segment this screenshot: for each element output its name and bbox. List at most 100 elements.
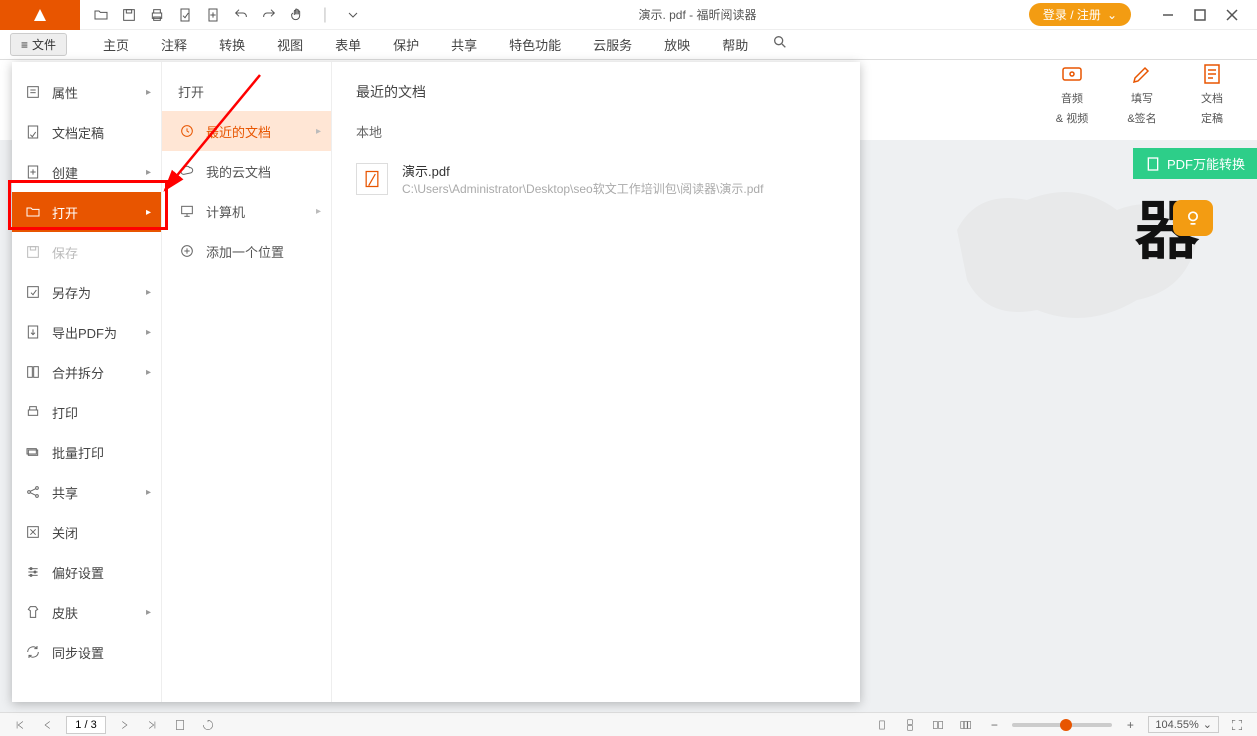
merge-icon: [24, 363, 42, 381]
print-icon[interactable]: [144, 2, 170, 28]
hand-icon[interactable]: [284, 2, 310, 28]
sb-fullscreen-icon[interactable]: [1227, 715, 1247, 735]
page-input[interactable]: [66, 716, 106, 734]
chevron-down-icon: ⌄: [1203, 718, 1212, 731]
save-as-icon: [24, 283, 42, 301]
ribbon-tabs: ≡文件 主页 注释 转换 视图 表单 保护 共享 特色功能 云服务 放映 帮助: [0, 30, 1257, 60]
fm-merge-split[interactable]: 合并拆分: [12, 352, 161, 392]
more-icon[interactable]: [340, 2, 366, 28]
fm-batch-print[interactable]: 批量打印: [12, 432, 161, 472]
tips-bulb-button[interactable]: [1173, 200, 1213, 236]
tab-form[interactable]: 表单: [319, 30, 377, 60]
pdf-file-icon: [356, 163, 388, 195]
computer-icon: [178, 202, 196, 220]
close-menu-icon: [24, 523, 42, 541]
fm2-cloud[interactable]: 我的云文档: [162, 151, 331, 191]
tab-cloud[interactable]: 云服务: [577, 30, 648, 60]
open-folder-icon: [24, 203, 42, 221]
add-place-icon: [178, 242, 196, 260]
fm-sync[interactable]: 同步设置: [12, 632, 161, 672]
tab-help[interactable]: 帮助: [706, 30, 764, 60]
chevron-down-icon: ⌄: [1107, 8, 1117, 22]
doc2-icon[interactable]: [200, 2, 226, 28]
sb-rotate-icon[interactable]: [198, 715, 218, 735]
minimize-icon[interactable]: [1161, 8, 1175, 22]
sb-bookmark-icon[interactable]: [170, 715, 190, 735]
tab-features[interactable]: 特色功能: [493, 30, 577, 60]
open-icon[interactable]: [88, 2, 114, 28]
fm-share[interactable]: 共享: [12, 472, 161, 512]
tab-annotate[interactable]: 注释: [145, 30, 203, 60]
group-audio-video[interactable]: 音频& 视频: [1047, 62, 1097, 126]
undo-icon[interactable]: [228, 2, 254, 28]
fm-open[interactable]: 打开: [12, 192, 161, 232]
ribbon-groups: 音频& 视频 填写&签名 文档定稿: [1047, 62, 1237, 126]
col2-header: 打开: [162, 72, 331, 111]
sb-facing-icon[interactable]: [928, 715, 948, 735]
pdf-convert-button[interactable]: PDF万能转换: [1133, 148, 1257, 179]
close-icon[interactable]: [1225, 8, 1239, 22]
group-fill-sign[interactable]: 填写&签名: [1117, 62, 1167, 126]
tab-share[interactable]: 共享: [435, 30, 493, 60]
share-icon: [24, 483, 42, 501]
fm-preferences[interactable]: 偏好设置: [12, 552, 161, 592]
fm-save: 保存: [12, 232, 161, 272]
tab-view[interactable]: 视图: [261, 30, 319, 60]
group-finalize[interactable]: 文档定稿: [1187, 62, 1237, 126]
fm-close[interactable]: 关闭: [12, 512, 161, 552]
recent-file-path: C:\Users\Administrator\Desktop\seo软文工作培训…: [402, 180, 763, 197]
cloud-icon: [178, 162, 196, 180]
batch-print-icon: [24, 443, 42, 461]
recent-file-name: 演示.pdf: [402, 161, 763, 180]
sb-next-page[interactable]: [114, 715, 134, 735]
sb-zoom-out[interactable]: −: [984, 715, 1004, 735]
sep-icon: |: [312, 2, 338, 28]
title-bar: | 演示. pdf - 福昕阅读器 登录 / 注册⌄: [0, 0, 1257, 30]
window-title: 演示. pdf - 福昕阅读器: [366, 6, 1029, 23]
doc1-icon[interactable]: [172, 2, 198, 28]
save-icon[interactable]: [116, 2, 142, 28]
maximize-icon[interactable]: [1193, 8, 1207, 22]
zoom-slider[interactable]: [1012, 723, 1112, 727]
sb-facing2-icon[interactable]: [956, 715, 976, 735]
zoom-thumb[interactable]: [1060, 719, 1072, 731]
recent-file-item[interactable]: 演示.pdf C:\Users\Administrator\Desktop\se…: [356, 155, 836, 203]
recent-title: 最近的文档: [356, 82, 836, 102]
save-disk-icon: [24, 243, 42, 261]
fm2-computer[interactable]: 计算机: [162, 191, 331, 231]
fm-properties[interactable]: 属性: [12, 72, 161, 112]
redo-icon[interactable]: [256, 2, 282, 28]
print-menu-icon: [24, 403, 42, 421]
file-menu-col1: 属性 文档定稿 创建 打开 保存 另存为 导出PDF为 合并拆分 打印 批量打印…: [12, 62, 162, 702]
fm-finalize[interactable]: 文档定稿: [12, 112, 161, 152]
zoom-display[interactable]: 104.55%⌄: [1148, 716, 1219, 733]
search-icon[interactable]: [772, 34, 788, 55]
fm2-recent[interactable]: 最近的文档: [162, 111, 331, 151]
fm-save-as[interactable]: 另存为: [12, 272, 161, 312]
preferences-icon: [24, 563, 42, 581]
login-button[interactable]: 登录 / 注册⌄: [1029, 3, 1131, 26]
pdf-icon: [1145, 156, 1161, 172]
quick-access-toolbar: |: [80, 2, 366, 28]
sb-single-icon[interactable]: [872, 715, 892, 735]
fm-export[interactable]: 导出PDF为: [12, 312, 161, 352]
tab-convert[interactable]: 转换: [203, 30, 261, 60]
fm2-add-place[interactable]: 添加一个位置: [162, 231, 331, 271]
sb-last-page[interactable]: [142, 715, 162, 735]
fm-create[interactable]: 创建: [12, 152, 161, 192]
fm-skin[interactable]: 皮肤: [12, 592, 161, 632]
recent-section: 本地: [356, 122, 836, 141]
tab-protect[interactable]: 保护: [377, 30, 435, 60]
sync-icon: [24, 643, 42, 661]
tab-home[interactable]: 主页: [87, 30, 145, 60]
sb-continuous-icon[interactable]: [900, 715, 920, 735]
file-tab[interactable]: ≡文件: [10, 33, 67, 56]
sb-first-page[interactable]: [10, 715, 30, 735]
fm-print[interactable]: 打印: [12, 392, 161, 432]
export-icon: [24, 323, 42, 341]
sb-prev-page[interactable]: [38, 715, 58, 735]
tab-play[interactable]: 放映: [648, 30, 706, 60]
file-menu-col3: 最近的文档 本地 演示.pdf C:\Users\Administrator\D…: [332, 62, 860, 702]
sb-zoom-in[interactable]: +: [1120, 715, 1140, 735]
status-bar: − + 104.55%⌄: [0, 712, 1257, 736]
